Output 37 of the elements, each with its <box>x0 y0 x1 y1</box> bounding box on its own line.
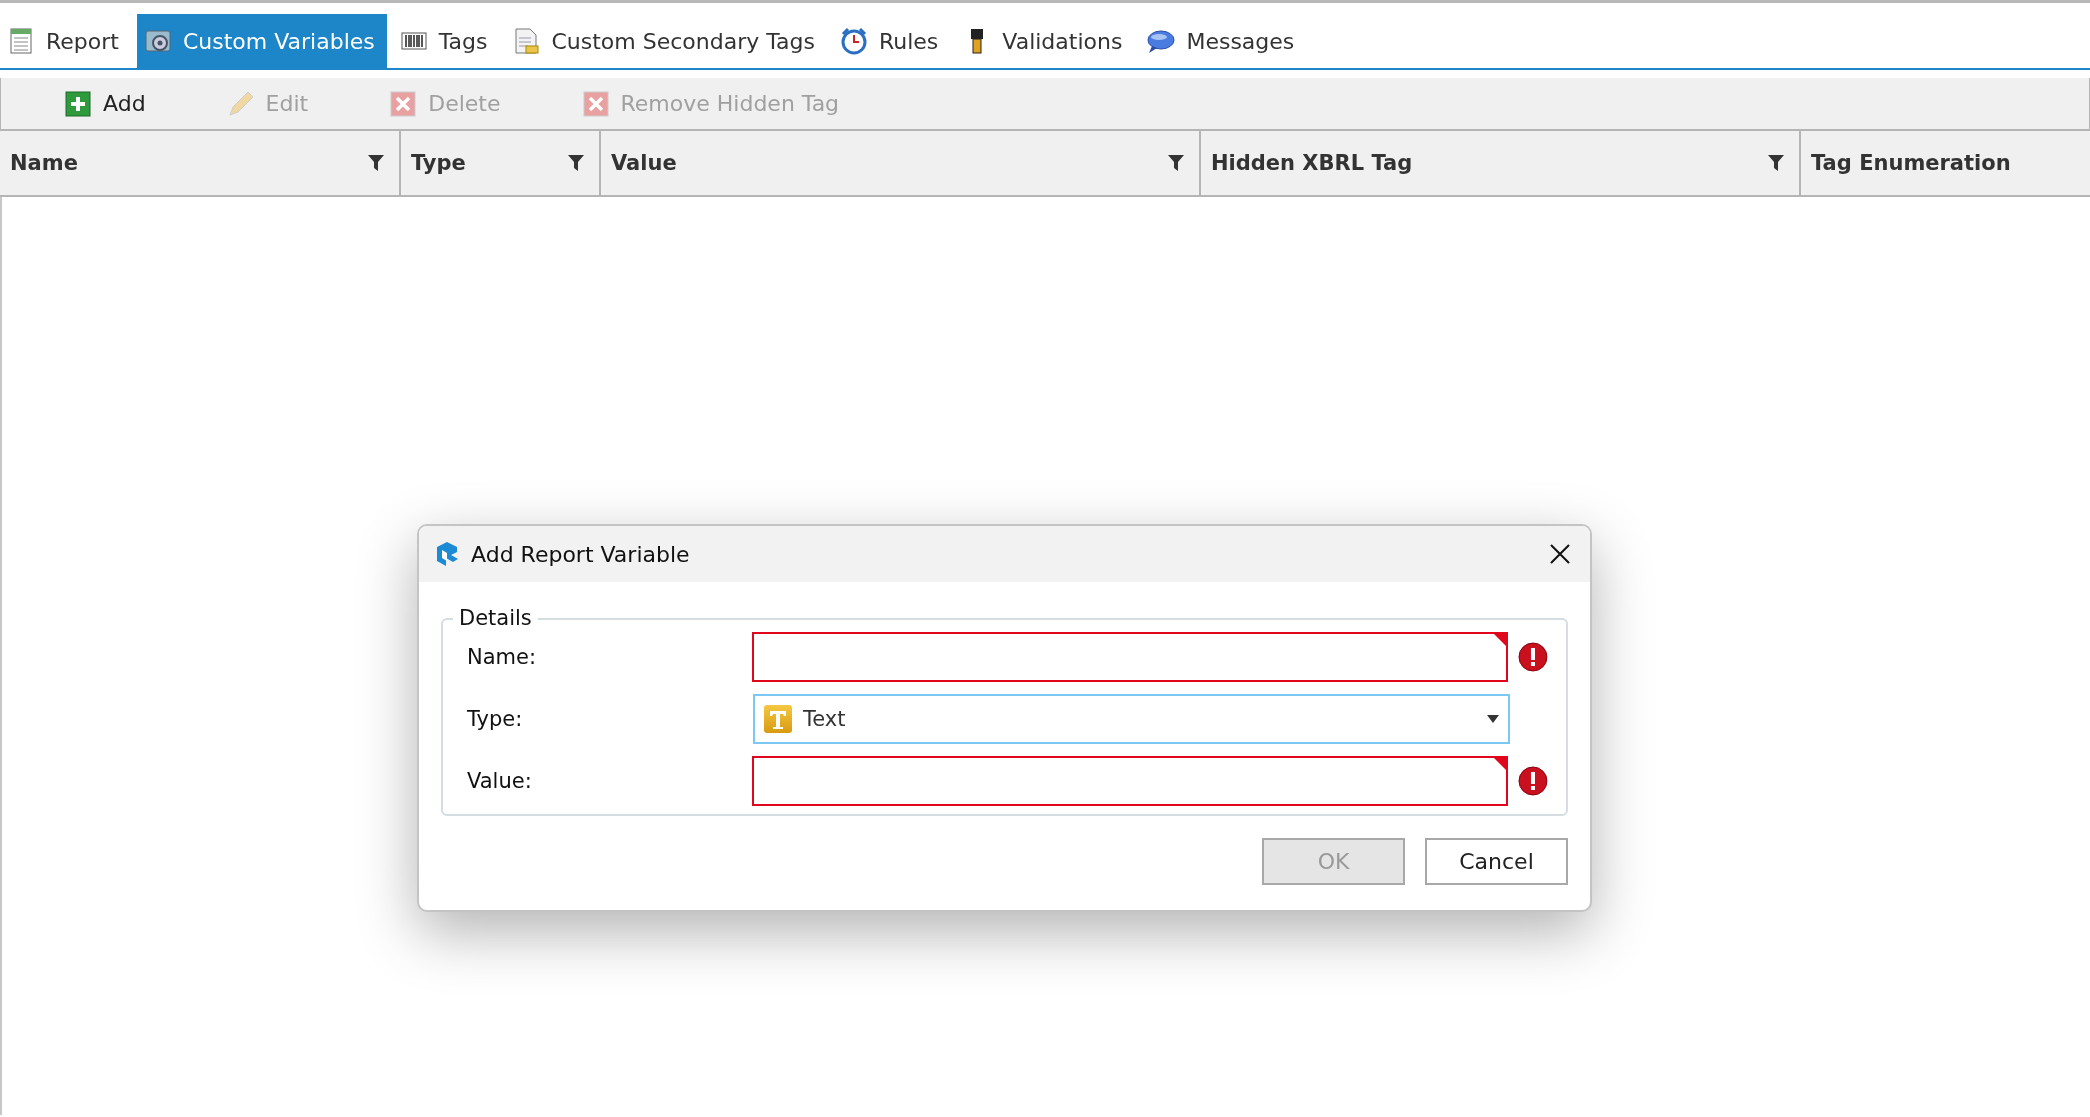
filter-icon[interactable] <box>367 154 385 172</box>
filter-icon[interactable] <box>567 154 585 172</box>
dialog-title: Add Report Variable <box>471 541 691 567</box>
tab[interactable]: Custom Variables <box>136 14 387 68</box>
column-title: Type <box>411 151 466 175</box>
delete-icon <box>388 88 419 119</box>
tab[interactable]: Validations <box>956 14 1135 68</box>
input-field[interactable] <box>752 756 1509 806</box>
column-title: Tag Enumeration <box>1811 151 2011 175</box>
field-label: Value: <box>467 769 533 793</box>
dialog-button[interactable]: Cancel <box>1425 838 1568 885</box>
column-header[interactable]: Tag Enumeration <box>1801 131 2090 195</box>
error-icon <box>1518 642 1548 672</box>
toolbar-button[interactable]: Add <box>63 88 146 119</box>
column-title: Hidden XBRL Tag <box>1211 151 1413 175</box>
tab[interactable]: Custom Secondary Tags <box>505 14 827 68</box>
letter-t-icon <box>763 704 793 734</box>
error-icon <box>1518 766 1548 796</box>
field-label: Name: <box>467 645 538 669</box>
filter-icon[interactable] <box>1167 154 1185 172</box>
input-field[interactable] <box>752 632 1509 682</box>
column-title: Name <box>10 151 78 175</box>
column-title: Value <box>611 151 677 175</box>
column-header[interactable]: Name <box>0 131 401 195</box>
column-header[interactable]: Hidden XBRL Tag <box>1201 131 1801 195</box>
filter-icon[interactable] <box>1767 154 1785 172</box>
plus-icon <box>63 88 93 119</box>
field-label: Type: <box>467 707 524 731</box>
column-header[interactable]: Value <box>601 131 1201 195</box>
tab[interactable]: Messages <box>1140 14 1307 68</box>
tab[interactable]: Tags <box>392 14 500 68</box>
tab[interactable]: Report <box>0 14 131 68</box>
column-header[interactable]: Type <box>401 131 601 195</box>
tab[interactable]: Rules <box>832 14 951 68</box>
type-dropdown[interactable]: Text <box>753 694 1510 744</box>
dropdown-arrow-icon <box>1486 714 1500 724</box>
delete-icon <box>580 88 611 119</box>
